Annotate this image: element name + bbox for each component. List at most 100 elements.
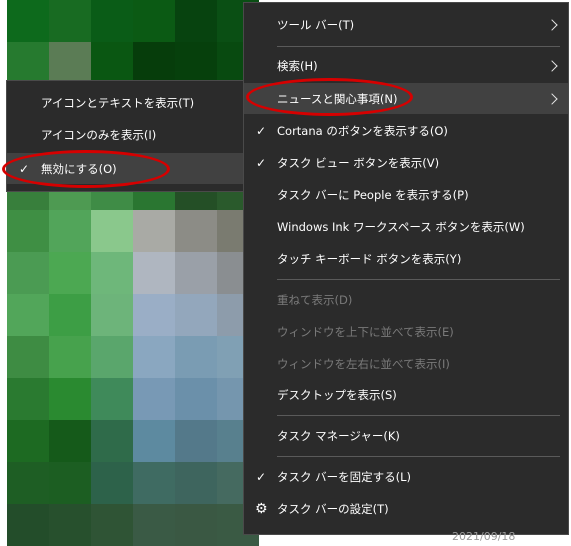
menu-item-label: タスク バーに People を表示する(P) bbox=[277, 188, 469, 202]
background-tile bbox=[49, 294, 91, 336]
background-tile bbox=[7, 252, 49, 294]
menu-item-toolbars[interactable]: ツール バー(T) bbox=[244, 10, 568, 40]
menu-item-cortana-button[interactable]: ✓ Cortana のボタンを表示する(O) bbox=[244, 116, 568, 146]
menu-item-windows-ink[interactable]: Windows Ink ワークスペース ボタンを表示(W) bbox=[244, 212, 568, 242]
background-tile bbox=[133, 294, 175, 336]
menu-item-task-view-button[interactable]: ✓ タスク ビュー ボタンを表示(V) bbox=[244, 148, 568, 178]
background-tile bbox=[175, 420, 217, 462]
menu-item-stack-windows[interactable]: ウィンドウを上下に並べて表示(E) bbox=[244, 317, 568, 347]
background-tile bbox=[91, 420, 133, 462]
checkmark-icon: ✓ bbox=[256, 156, 267, 170]
background-tile bbox=[91, 42, 133, 84]
background-tile bbox=[49, 336, 91, 378]
background-tile bbox=[49, 504, 91, 546]
background-tile bbox=[7, 420, 49, 462]
menu-item-touch-keyboard[interactable]: タッチ キーボード ボタンを表示(Y) bbox=[244, 244, 568, 274]
menu-item-task-manager[interactable]: タスク マネージャー(K) bbox=[244, 421, 568, 451]
background-tile bbox=[133, 0, 175, 42]
background-tile bbox=[7, 42, 49, 84]
menu-item-lock-taskbar[interactable]: ✓ タスク バーを固定する(L) bbox=[244, 462, 568, 492]
background-tile bbox=[91, 252, 133, 294]
menu-item-label: 重ねて表示(D) bbox=[277, 293, 353, 307]
background-tile bbox=[91, 294, 133, 336]
menu-item-label: タスク バーを固定する(L) bbox=[277, 470, 412, 484]
checkmark-icon: ✓ bbox=[19, 161, 30, 176]
menu-item-label: アイコンのみを表示(I) bbox=[41, 128, 157, 142]
background-tile bbox=[7, 336, 49, 378]
menu-item-label: タスク ビュー ボタンを表示(V) bbox=[277, 156, 440, 170]
submenu-item-icon-and-text[interactable]: アイコンとテキストを表示(T) bbox=[7, 88, 243, 118]
background-tile bbox=[49, 210, 91, 252]
menu-item-label: タスク バーの設定(T) bbox=[277, 502, 389, 516]
submenu-item-turn-off[interactable]: ✓ 無効にする(O) bbox=[7, 153, 243, 184]
menu-item-cascade-windows[interactable]: 重ねて表示(D) bbox=[244, 285, 568, 315]
background-tile bbox=[49, 420, 91, 462]
background-tile bbox=[133, 504, 175, 546]
menu-item-people[interactable]: タスク バーに People を表示する(P) bbox=[244, 180, 568, 210]
menu-item-label: アイコンとテキストを表示(T) bbox=[41, 96, 195, 110]
menu-item-search[interactable]: 検索(H) bbox=[244, 51, 568, 81]
background-tile bbox=[175, 294, 217, 336]
background-tile bbox=[133, 42, 175, 84]
background-tile bbox=[133, 210, 175, 252]
menu-item-taskbar-settings[interactable]: ⚙ タスク バーの設定(T) bbox=[244, 494, 568, 524]
menu-item-label: Cortana のボタンを表示する(O) bbox=[277, 124, 448, 138]
menu-item-show-desktop[interactable]: デスクトップを表示(S) bbox=[244, 380, 568, 410]
background-tile bbox=[91, 462, 133, 504]
menu-item-label: ツール バー(T) bbox=[277, 18, 355, 32]
background-tile bbox=[7, 504, 49, 546]
menu-item-news-and-interests[interactable]: ニュースと関心事項(N) bbox=[244, 83, 568, 114]
chevron-right-icon bbox=[546, 19, 558, 31]
background-tile bbox=[7, 210, 49, 252]
background-tile bbox=[49, 0, 91, 42]
taskbar-context-menu: ツール バー(T) 検索(H) ニュースと関心事項(N) ✓ Cortana の… bbox=[243, 2, 569, 535]
menu-separator bbox=[277, 279, 560, 280]
background-tile bbox=[175, 42, 217, 84]
background-tile bbox=[175, 378, 217, 420]
menu-item-label: Windows Ink ワークスペース ボタンを表示(W) bbox=[277, 220, 525, 234]
background-tile bbox=[175, 504, 217, 546]
background-tile bbox=[7, 378, 49, 420]
background-tile bbox=[7, 462, 49, 504]
background-tile bbox=[133, 336, 175, 378]
menu-item-label: ウィンドウを上下に並べて表示(E) bbox=[277, 325, 454, 339]
background-tile bbox=[133, 462, 175, 504]
background-tile bbox=[133, 252, 175, 294]
background-tile bbox=[91, 504, 133, 546]
menu-item-label: ウィンドウを左右に並べて表示(I) bbox=[277, 357, 450, 371]
gear-icon: ⚙ bbox=[255, 501, 268, 517]
background-tile bbox=[91, 378, 133, 420]
menu-separator bbox=[277, 46, 560, 47]
background-tile bbox=[7, 0, 49, 42]
menu-item-label: ニュースと関心事項(N) bbox=[277, 91, 398, 106]
menu-item-label: 検索(H) bbox=[277, 59, 318, 73]
menu-separator bbox=[277, 456, 560, 457]
background-tile bbox=[175, 210, 217, 252]
background-tile bbox=[49, 462, 91, 504]
background-tile bbox=[91, 210, 133, 252]
background-tile bbox=[91, 0, 133, 42]
background-tile bbox=[175, 252, 217, 294]
background-tile bbox=[49, 252, 91, 294]
background-tile bbox=[175, 462, 217, 504]
background-tile bbox=[49, 378, 91, 420]
background-tile bbox=[49, 42, 91, 84]
menu-item-side-by-side-windows[interactable]: ウィンドウを左右に並べて表示(I) bbox=[244, 349, 568, 379]
menu-separator bbox=[277, 415, 560, 416]
background-tile bbox=[175, 0, 217, 42]
background-tile bbox=[175, 336, 217, 378]
menu-item-label: タスク マネージャー(K) bbox=[277, 429, 400, 443]
chevron-right-icon bbox=[546, 60, 558, 72]
menu-item-label: 無効にする(O) bbox=[41, 161, 117, 176]
background-tile bbox=[91, 336, 133, 378]
menu-item-label: デスクトップを表示(S) bbox=[277, 388, 397, 402]
background-tile bbox=[7, 294, 49, 336]
taskbar-date: 2021/09/18 bbox=[452, 530, 516, 543]
submenu-item-icon-only[interactable]: アイコンのみを表示(I) bbox=[7, 120, 243, 150]
news-and-interests-submenu: アイコンとテキストを表示(T) アイコンのみを表示(I) ✓ 無効にする(O) bbox=[6, 80, 244, 192]
menu-item-label: タッチ キーボード ボタンを表示(Y) bbox=[277, 252, 462, 266]
background-tile bbox=[133, 378, 175, 420]
chevron-right-icon bbox=[546, 92, 558, 105]
background-tile bbox=[133, 420, 175, 462]
checkmark-icon: ✓ bbox=[256, 124, 267, 138]
